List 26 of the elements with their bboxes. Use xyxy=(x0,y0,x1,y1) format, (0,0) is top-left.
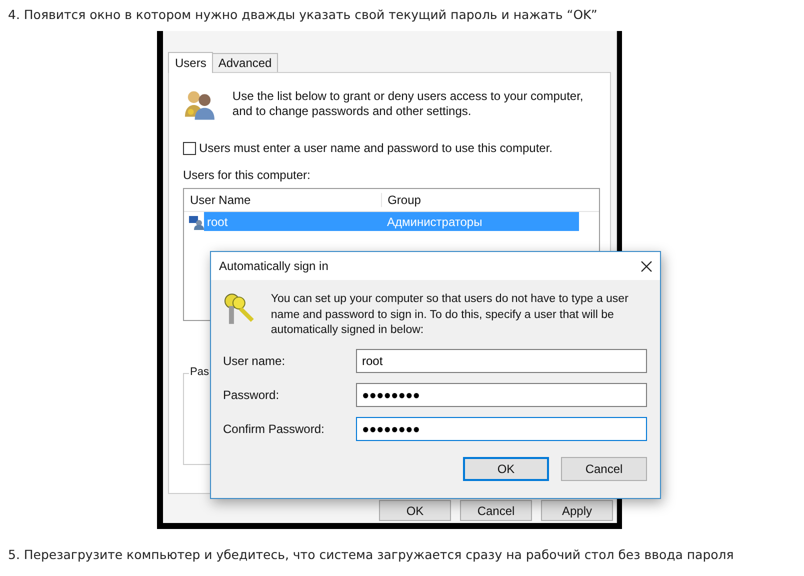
input-field[interactable]: ●●●●●●●● xyxy=(356,417,647,441)
intro-text: Use the list below to grant or deny users access to your computer, and to change passwords and other settings. xyxy=(232,89,584,119)
field-label: User name: xyxy=(223,354,286,368)
dialog-button[interactable]: OK xyxy=(463,456,549,480)
checkbox[interactable] xyxy=(183,142,196,154)
dialog-button[interactable]: Apply xyxy=(541,500,613,521)
group-label: Pas xyxy=(189,366,210,378)
tab[interactable]: Users xyxy=(168,52,214,73)
field-label: Password: xyxy=(223,388,280,402)
article-text: 4. Появится окно в котором нужно дважды указать свой текущий пароль и нажать “OK” xyxy=(8,7,598,22)
user-icon xyxy=(188,214,204,230)
dialog-button[interactable]: OK xyxy=(379,500,451,521)
dialog-button[interactable]: Cancel xyxy=(561,456,647,480)
window-title: Automatically sign in xyxy=(219,259,328,273)
input-field[interactable]: root xyxy=(356,349,647,373)
dialog-button[interactable]: Cancel xyxy=(460,500,532,521)
tab[interactable]: Advanced xyxy=(212,53,278,72)
input-field[interactable]: ●●●●●●●● xyxy=(356,383,647,407)
field-label: Confirm Password: xyxy=(223,422,326,436)
list-label: Users for this computer: xyxy=(183,168,312,182)
column-header[interactable]: User Name xyxy=(184,193,381,207)
dialog-message: You can set up your computer so that users do not have to type a user name and password to sign in. To do this, specify a user that will be automatically signed in below: xyxy=(270,292,630,338)
column-header[interactable]: Group xyxy=(380,193,599,207)
close-icon[interactable] xyxy=(641,260,652,272)
article-text: 5. Перезагрузите компьютер и убедитесь, что система загружается сразу на рабочий стол без ввода пароля xyxy=(8,547,734,562)
checkbox-label: Users must enter a user name and password to use this computer. xyxy=(199,141,553,155)
